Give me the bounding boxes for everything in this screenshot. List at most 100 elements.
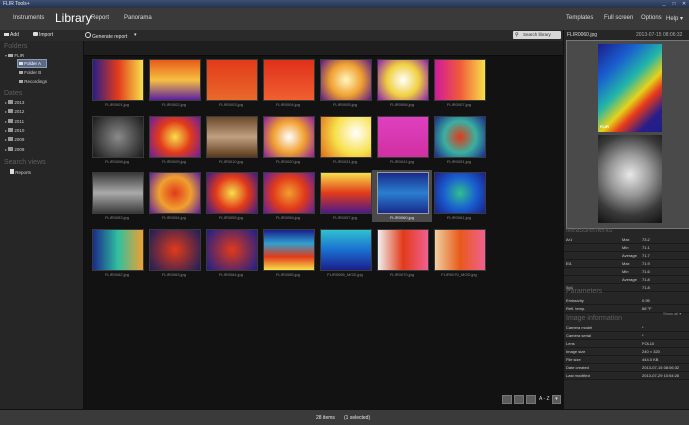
thumbnail-flir0005-jpg[interactable] (320, 59, 372, 101)
thumbnail-flir0065_mod-jpg[interactable] (320, 229, 372, 271)
thumbnail-flir0001-jpg[interactable] (92, 59, 144, 101)
thumbnail-flir0070-jpg[interactable] (377, 229, 429, 271)
thumbnail-flir0060-jpg[interactable] (377, 172, 429, 214)
thumbnail-flir0056-jpg[interactable] (263, 172, 315, 214)
thumbnail-flir0002-jpg[interactable] (149, 59, 201, 101)
image-info-row: Camera model * (564, 324, 689, 332)
thumbnail-label: FLIR0053.jpg (104, 215, 129, 220)
date-2008[interactable]: ▸ 2008 (5, 147, 24, 152)
image-info-label: Camera model (566, 325, 593, 330)
window-title: FLIR Tools+ (3, 1, 30, 7)
parameter-row[interactable]: Emissivity 0.95 (564, 297, 689, 305)
folder-recordings[interactable]: Recordings (19, 79, 47, 84)
image-info-value: 444.0 KB (642, 357, 659, 362)
image-info-value: FOL10 (642, 341, 655, 346)
thumbnail-flir0055-jpg[interactable] (206, 172, 258, 214)
folder-b-label: Folder B (24, 70, 42, 75)
measurement-row[interactable]: Min 71.1 (564, 244, 689, 252)
thumbnail-flir0006-jpg[interactable] (377, 59, 429, 101)
date-2012[interactable]: ▸ 2012 (5, 109, 24, 114)
nav-options[interactable]: Options (641, 15, 662, 21)
thumbnail-flir0003-jpg[interactable] (206, 59, 258, 101)
search-view-reports[interactable]: Reports (10, 169, 31, 175)
folder-b[interactable]: Folder B (19, 70, 41, 75)
thumbnail-flir0053-jpg[interactable] (92, 172, 144, 214)
folder-a[interactable]: Folder A (19, 61, 41, 66)
thumbnail-flir0054-jpg[interactable] (149, 172, 201, 214)
date-2010[interactable]: ▸ 2010 (5, 128, 24, 133)
minimize-button[interactable]: _ (660, 1, 668, 7)
image-info-row: Camera serial * (564, 332, 689, 340)
show-all-link[interactable]: Show all ▾ (663, 311, 681, 316)
add-button[interactable]: Add (4, 32, 19, 38)
thumbnail-flir0051-jpg[interactable] (434, 116, 486, 158)
thumbnail-flir0020-jpg[interactable] (263, 116, 315, 158)
thumbnail-flir0041-jpg[interactable] (377, 116, 429, 158)
calendar-icon (8, 100, 14, 104)
thumbnail-flir0010-jpg[interactable] (206, 116, 258, 158)
measurement-stat: Max (622, 261, 630, 266)
measurement-row[interactable]: Average 71.7 (564, 252, 689, 260)
close-button[interactable]: ✕ (680, 1, 688, 7)
nav-instruments[interactable]: Instruments (13, 15, 44, 21)
folder-a-label: Folder A (24, 61, 42, 66)
search-input[interactable]: Search library (523, 32, 551, 37)
thumbnail-label: FLIR0001.jpg (104, 102, 129, 107)
sort-label[interactable]: A - Z (539, 396, 550, 402)
folders-heading: Folders (4, 43, 28, 50)
thumbnail-flir0065-jpg[interactable] (263, 229, 315, 271)
thumbnail-label: FLIR0056.jpg (275, 215, 300, 220)
thumbnail-flir0031-jpg[interactable] (320, 116, 372, 158)
parameter-label: Refl. temp. (566, 306, 586, 311)
image-info-row: File size 444.0 KB (564, 356, 689, 364)
folder-icon (19, 71, 23, 74)
date-2013[interactable]: ▸ 2013 (5, 100, 24, 105)
parameter-label: Emissivity (566, 298, 584, 303)
thumbnail-flir0004-jpg[interactable] (263, 59, 315, 101)
maximize-button[interactable]: □ (670, 1, 678, 7)
thumbnail-flir0009-jpg[interactable] (149, 116, 201, 158)
search-box[interactable]: ⚲ Search library (513, 31, 561, 39)
thumbnail-flir0070_mod-jpg[interactable] (434, 229, 486, 271)
menu-bar: Instruments Library Report Panorama Temp… (0, 8, 689, 31)
sort-dropdown-button[interactable]: ▾ (552, 395, 561, 404)
thumbnail-flir0063-jpg[interactable] (149, 229, 201, 271)
thumbnail-flir0062-jpg[interactable] (92, 229, 144, 271)
folder-flir[interactable]: ▾ FLIR (5, 53, 24, 58)
grid-header-bar (84, 41, 563, 56)
nav-report[interactable]: Report (91, 15, 109, 21)
nav-panorama[interactable]: Panorama (124, 15, 152, 21)
measurement-row[interactable]: Average 71.8 (564, 276, 689, 284)
thumbnail-flir0064-jpg[interactable] (206, 229, 258, 271)
report-dropdown-button[interactable]: ▾ (134, 32, 137, 38)
nav-help[interactable]: Help ▾ (666, 15, 683, 22)
thumbnail-flir0061-jpg[interactable] (434, 172, 486, 214)
thermal-preview-image: FLIR (598, 44, 662, 132)
date-2011[interactable]: ▸ 2011 (5, 119, 24, 124)
thumbnail-label: FLIR0063.jpg (161, 272, 186, 277)
thumbnail-label: FLIR0054.jpg (161, 215, 186, 220)
window-title-bar: FLIR Tools+ _ □ ✕ (0, 0, 689, 8)
thumbnail-flir0057-jpg[interactable] (320, 172, 372, 214)
large-view-icon[interactable] (526, 395, 536, 404)
nav-full-screen[interactable]: Full screen (604, 15, 633, 21)
nav-library[interactable]: Library (55, 11, 92, 25)
image-info-label: Camera serial (566, 333, 591, 338)
thumbnail-label: FLIR0031.jpg (332, 159, 357, 164)
thumbnail-flir0007-jpg[interactable] (434, 59, 486, 101)
generate-report-label: Generate report (92, 34, 128, 40)
image-info-row: Date created 2013-07-15 08:06:32 (564, 364, 689, 372)
measurement-row[interactable]: Ar1 Max 73.2 (564, 236, 689, 244)
date-2009[interactable]: ▸ 2009 (5, 137, 24, 142)
measurement-row[interactable]: El1 Max 71.9 (564, 260, 689, 268)
nav-templates[interactable]: Templates (566, 15, 593, 21)
thumbnail-flir0008-jpg[interactable] (92, 116, 144, 158)
import-button[interactable]: Import (33, 32, 53, 38)
image-info-label: Image size (566, 349, 586, 354)
generate-report-button[interactable]: Generate report (85, 32, 127, 40)
preview-filename: FLIR0060.jpg (567, 32, 598, 38)
parameter-value: 0.95 (642, 298, 650, 303)
grid-view-icon[interactable] (514, 395, 524, 404)
list-view-icon[interactable] (502, 395, 512, 404)
measurement-row[interactable]: Min 71.6 (564, 268, 689, 276)
